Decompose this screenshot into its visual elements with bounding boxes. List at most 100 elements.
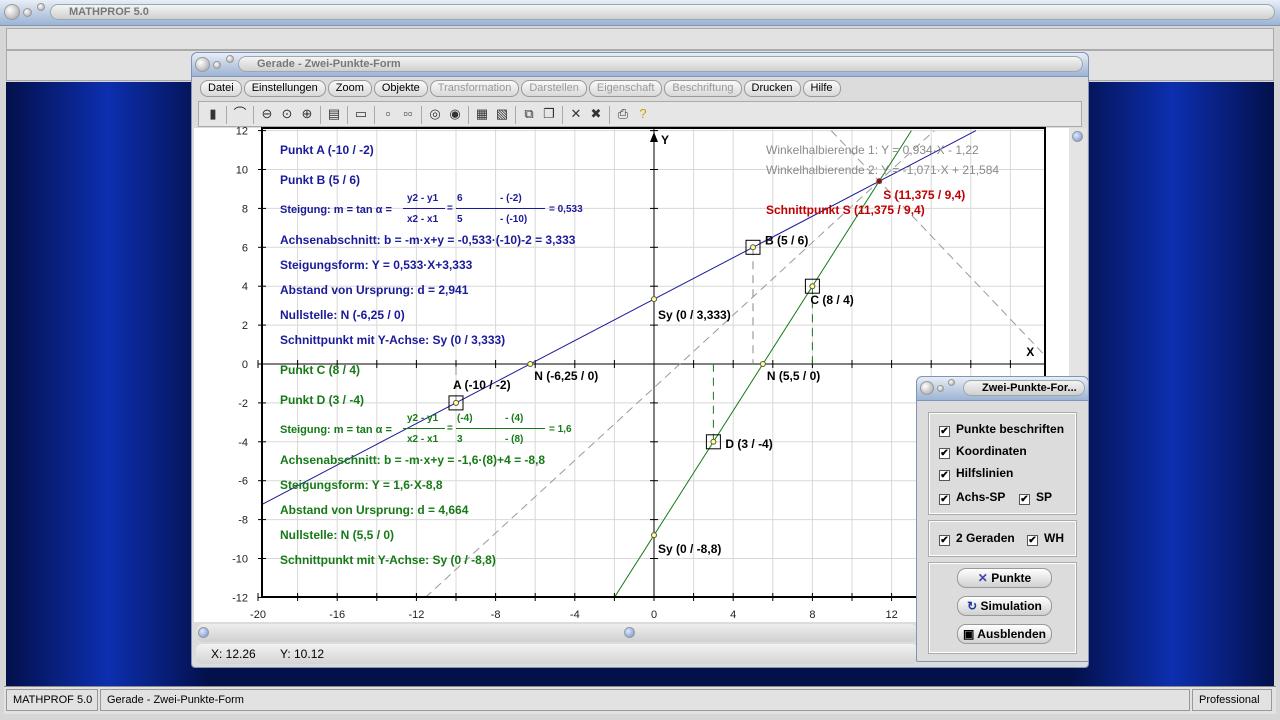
option2-icon[interactable]: ◉ [445,104,465,124]
y-tick-label: 8 [242,203,248,215]
point-label: N (5,5 / 0) [767,369,820,383]
nullstelle-text: Nullstelle: N (-6,25 / 0) [280,308,405,322]
schnittpunkt-s-text: Schnittpunkt S (11,375 / 9,4) [766,203,925,217]
checkbox-icon[interactable]: ✔ [939,426,950,437]
minimize-orb-icon[interactable] [213,61,221,69]
point-dot [759,361,766,367]
ausblenden-button[interactable]: ▣ Ausblenden [957,624,1052,644]
menu-einstellungen[interactable]: Einstellungen [243,80,326,97]
toolbar-separator [468,105,469,124]
vscroll-thumb[interactable] [1072,131,1083,142]
label: Hilfslinien [956,466,1014,480]
x-tick-label: 4 [730,609,736,621]
checkbox-icon[interactable]: ✔ [939,470,950,481]
simulation-button[interactable]: ↻ Simulation [957,596,1052,616]
menu-zoom[interactable]: Zoom [327,80,372,97]
single-view-icon[interactable]: ▫ [378,104,398,124]
clear-all-icon[interactable]: ✖ [586,104,606,124]
zoom-in-icon[interactable]: ⊕ [297,104,317,124]
frac2-num: y2 - y1 [407,413,439,424]
maximize-orb-icon[interactable] [37,3,45,11]
punkt-b-text: Punkt B (5 / 6) [280,173,361,187]
print-icon[interactable]: ⎙ [613,104,633,124]
frac2-line-2 [456,428,545,429]
menu-objekte[interactable]: Objekte [373,80,428,97]
menu-darstellen[interactable]: Darstellen [521,80,587,97]
checkbox-achs-sp[interactable]: ✔ Achs-SP [939,490,1005,505]
frac2-eq: = [447,423,453,434]
toolbar-separator [515,105,516,124]
frac2-num-a: (-4) [457,413,473,424]
checkbox-koordinaten[interactable]: ✔ Koordinaten [939,444,1027,459]
minimize-orb-icon[interactable] [937,385,944,392]
label: Punkte beschriften [956,422,1065,436]
zoom-out-icon[interactable]: ⊖ [257,104,277,124]
menu-drucken[interactable]: Drucken [743,80,801,97]
winkelhalbierende-1: Winkelhalbierende 1: Y = 0,934·X - 1,22 [766,143,979,157]
menu-beschriftung[interactable]: Beschriftung [664,80,742,97]
option1-icon[interactable]: ◎ [425,104,445,124]
point-dot [750,244,756,251]
double-view-icon[interactable]: ▫▫ [398,104,418,124]
copy-icon[interactable]: ⧉ [519,104,539,124]
table-icon[interactable]: ▦ [472,104,492,124]
checkbox-sp[interactable]: ✔ SP [1019,490,1052,505]
menu-transformation[interactable]: Transformation [429,80,520,97]
close-orb-icon[interactable] [195,57,210,72]
panel-icon[interactable]: ▮ [203,104,223,124]
toolbar-separator [421,105,422,124]
punkt-a-text: Punkt A (-10 / -2) [280,143,374,157]
y-tick-label: 6 [242,242,248,254]
window-icon[interactable]: ▭ [351,104,371,124]
x-axis-label: X [1026,345,1034,359]
schnittpunkt-y2-text: Schnittpunkt mit Y-Achse: Sy (0 / -8,8) [280,553,496,567]
properties-icon[interactable]: ▤ [324,104,344,124]
status-app: MATHPROF 5.0 [6,689,98,711]
checkbox-icon[interactable]: ✔ [1027,535,1038,546]
hscroll-left-thumb[interactable] [198,627,209,638]
menu-eigenschaft[interactable]: Eigenschaft [588,80,663,97]
checkbox-hilfslinien[interactable]: ✔ Hilfslinien [939,466,1013,481]
menu-bar: Datei Einstellungen Zoom Objekte Transformat… [200,80,1080,100]
y-tick-label: 10 [236,165,248,177]
x-tick-label: -4 [570,609,580,621]
point-label: C (8 / 4) [810,293,853,307]
pages-icon[interactable]: ❐ [539,104,559,124]
checkbox-icon[interactable]: ✔ [939,535,950,546]
help-icon[interactable]: ? [633,104,653,124]
minimize-orb-icon[interactable] [23,8,32,17]
y-tick-label: -12 [232,592,248,604]
glasses-icon[interactable]: ⌒ [230,104,250,124]
toolbar-separator [609,105,610,124]
checkbox-punkte-beschriften[interactable]: ✔ Punkte beschriften [939,422,1064,437]
punkte-button[interactable]: ✕ Punkte [957,568,1052,588]
checkbox-wh[interactable]: ✔ WH [1027,531,1064,546]
label: WH [1044,531,1064,545]
y-tick-label: -8 [238,515,248,527]
horizontal-scrollbar[interactable] [196,624,918,642]
zoom-reset-icon[interactable]: ⊙ [277,104,297,124]
main-titlebar: MATHPROF 5.0 [0,0,1280,26]
x-tick-label: -20 [250,609,266,621]
punkt-c-text: Punkt C (8 / 4) [280,363,361,377]
app-title: MATHPROF 5.0 [50,4,1275,20]
frac2-den-b: - (8) [505,434,524,445]
frac-line [403,208,445,209]
menu-datei[interactable]: Datei [200,80,242,97]
x-tick-label: 0 [651,609,657,621]
steigungsform2-text: Steigungsform: Y = 1,6·X-8,8 [280,478,443,492]
maximize-orb-icon[interactable] [226,55,234,63]
checkbox-icon[interactable]: ✔ [939,448,950,459]
checkbox-icon[interactable]: ✔ [1019,494,1030,505]
close-orb-icon[interactable] [4,4,20,20]
hscroll-thumb[interactable] [624,627,635,638]
checkbox-icon[interactable]: ✔ [939,494,950,505]
clear-points-icon[interactable]: ✕ [566,104,586,124]
menu-hilfe[interactable]: Hilfe [802,80,841,97]
checkbox-2-geraden[interactable]: ✔ 2 Geraden [939,531,1015,546]
export-icon[interactable]: ▧ [492,104,512,124]
y-tick-label: 2 [242,320,248,332]
main-toolbar-area [6,28,1274,50]
maximize-orb-icon[interactable] [948,379,955,386]
close-orb-icon[interactable] [920,381,934,395]
